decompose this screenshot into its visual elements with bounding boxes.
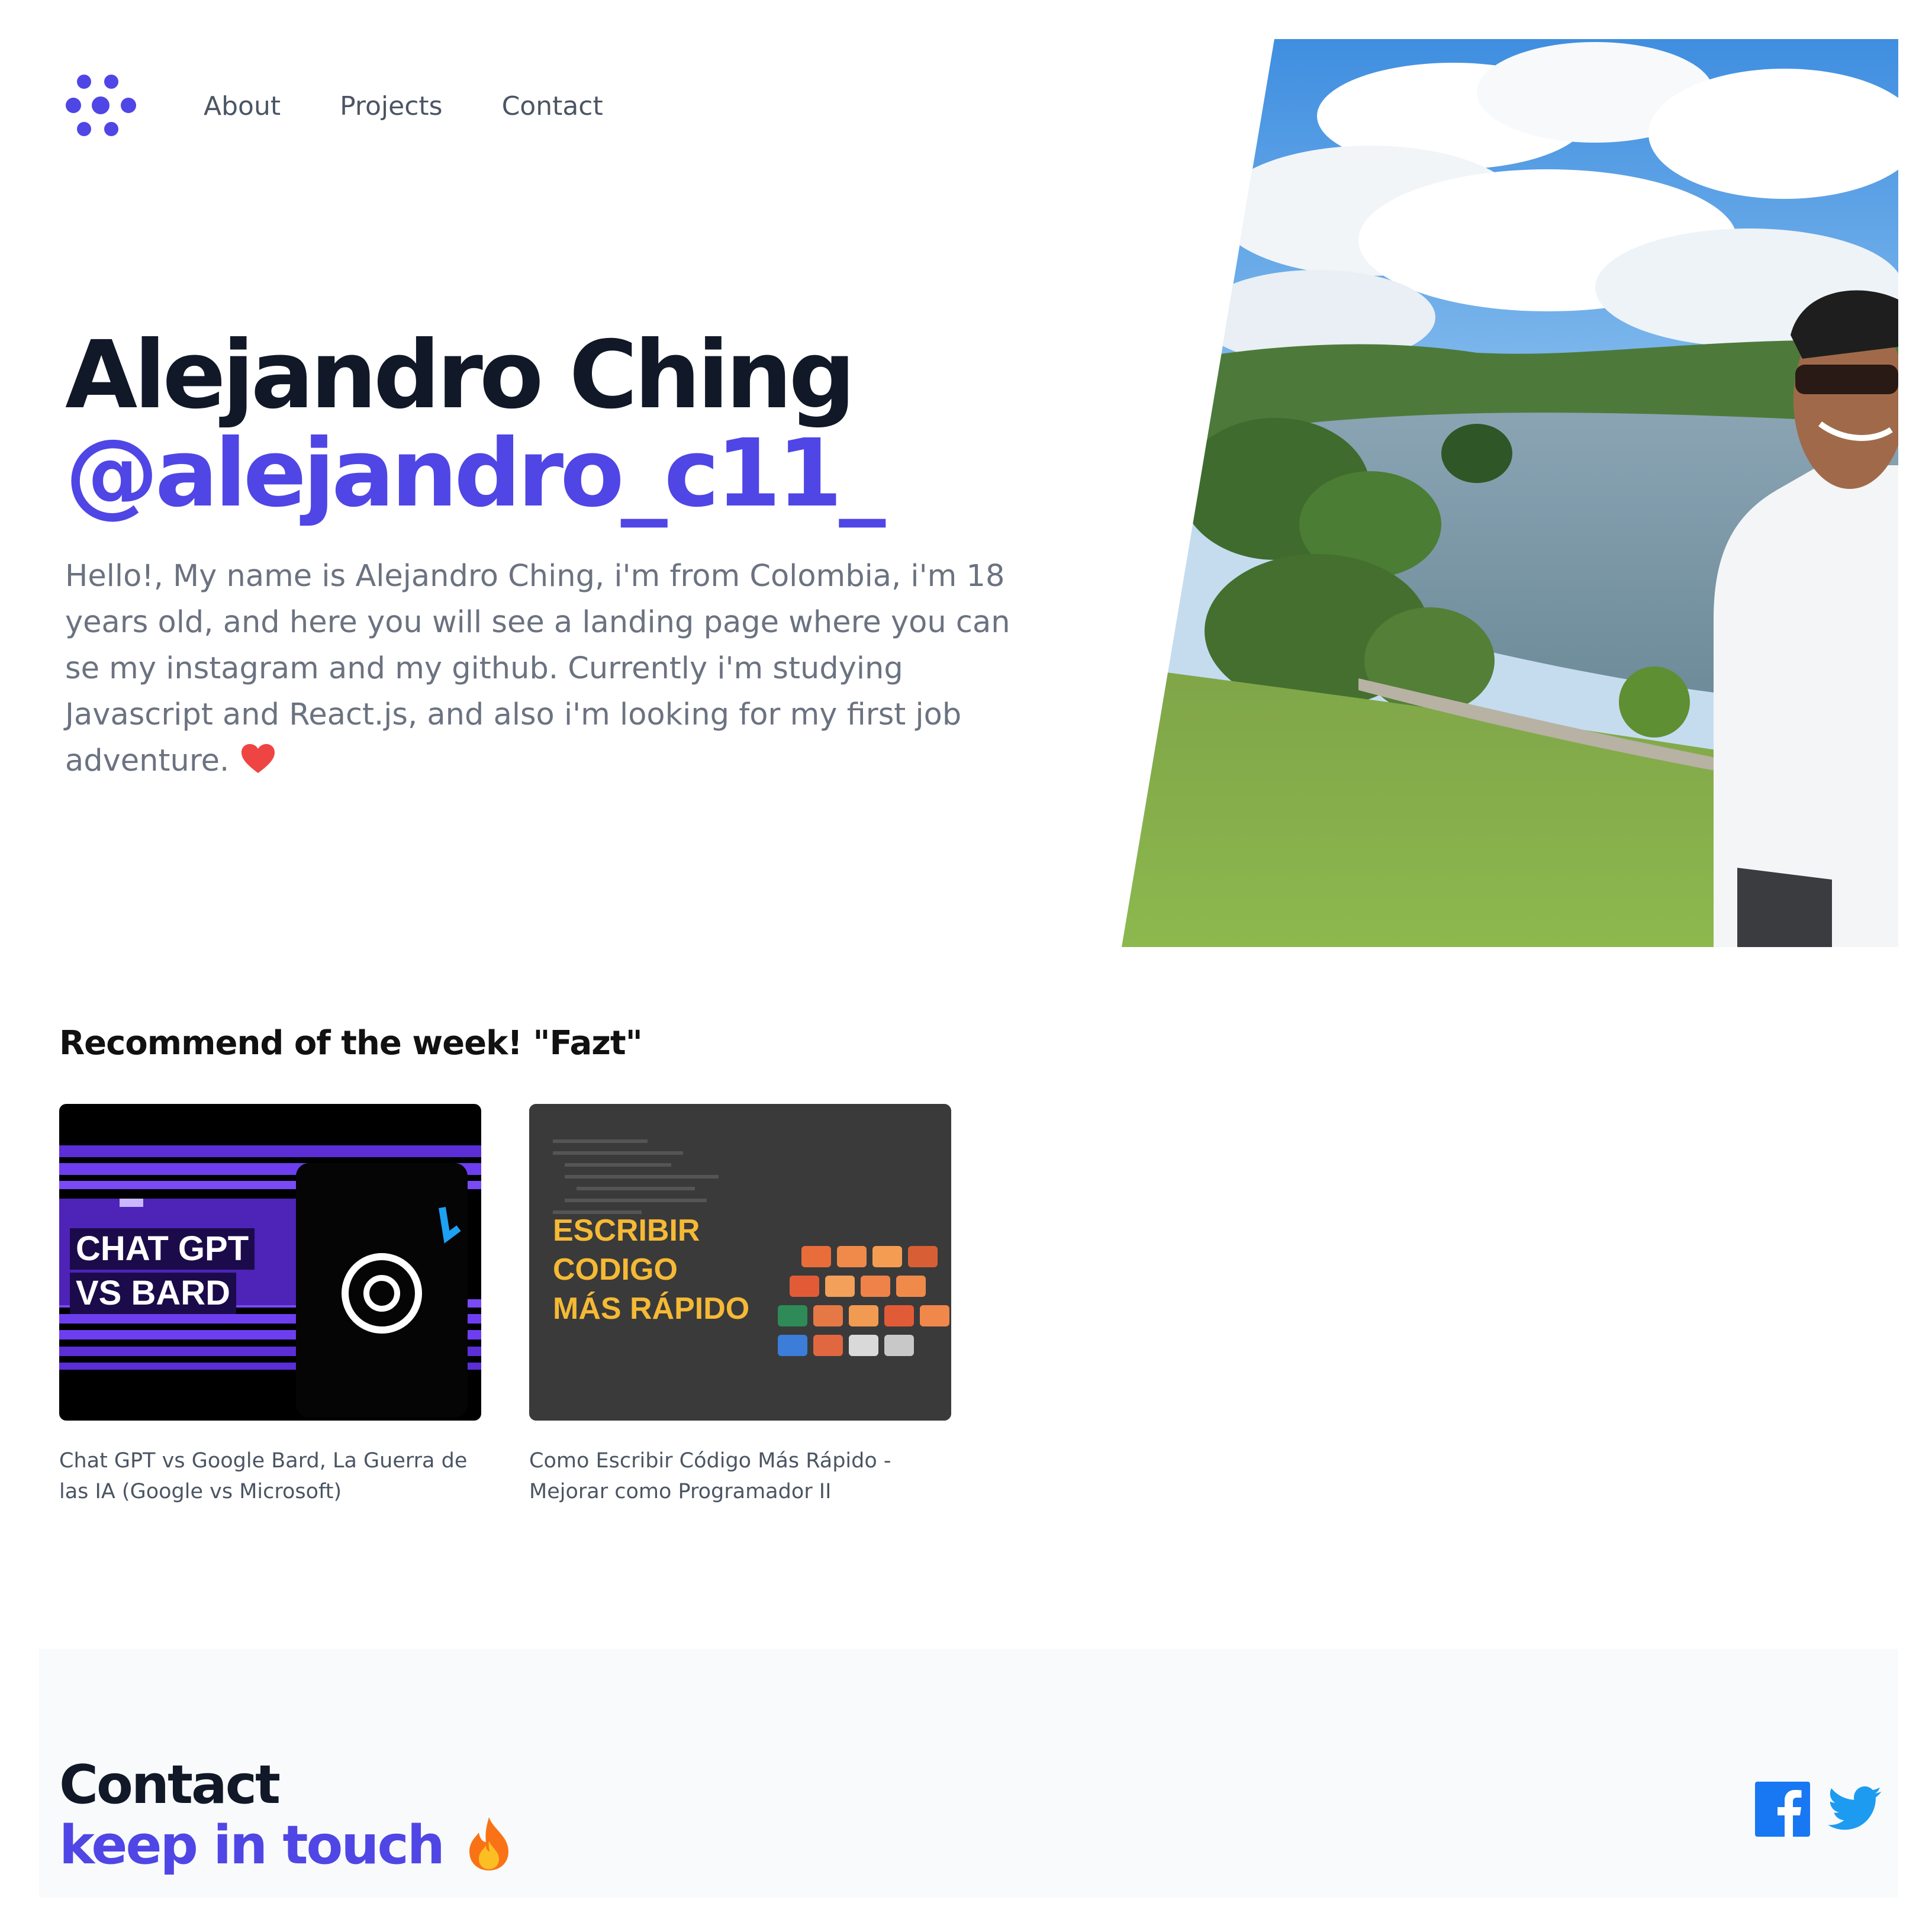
fire-icon bbox=[469, 1817, 508, 1870]
main-nav: About Projects Contact bbox=[204, 89, 662, 124]
video-caption[interactable]: Chat GPT vs Google Bard, La Guerra de la… bbox=[59, 1445, 481, 1507]
video-thumbnail[interactable]: ESCRIBIR CODIGO MÁS RÁPIDO bbox=[529, 1104, 951, 1421]
contact-section: Contact keep in touch bbox=[39, 1649, 1898, 1898]
nav-link-contact[interactable]: Contact bbox=[502, 89, 603, 124]
twitter-icon[interactable] bbox=[1828, 1785, 1882, 1833]
hero-handle: @alejandro_c11_ bbox=[65, 419, 886, 528]
video-thumbnail[interactable]: CHAT GPT VS BARD bbox=[59, 1104, 481, 1421]
thumbnail-title-line-2: CODIGO bbox=[553, 1252, 678, 1287]
video-card[interactable]: CHAT GPT VS BARD Chat GPT vs Google Bard… bbox=[59, 1104, 481, 1507]
video-card[interactable]: ESCRIBIR CODIGO MÁS RÁPIDO Como Escribir… bbox=[529, 1104, 951, 1507]
video-caption[interactable]: Como Escribir Código Más Rápido - Mejora… bbox=[529, 1445, 951, 1507]
hero-description-text: Hello!, My name is Alejandro Ching, i'm … bbox=[65, 559, 1010, 778]
contact-subtitle-text: keep in touch bbox=[59, 1814, 445, 1876]
contact-title: Contact bbox=[59, 1754, 281, 1816]
landing-page: About Projects Contact Alejandro Ching @… bbox=[0, 0, 1932, 1932]
thumbnail-title-line-1: CHAT GPT bbox=[70, 1228, 255, 1270]
dots-logo-icon[interactable] bbox=[65, 71, 139, 139]
nav-link-projects[interactable]: Projects bbox=[340, 89, 442, 124]
nav-link-about[interactable]: About bbox=[204, 89, 281, 124]
thumbnail-title-line-1: ESCRIBIR bbox=[553, 1213, 700, 1248]
facebook-icon[interactable] bbox=[1755, 1782, 1810, 1837]
hero-description: Hello!, My name is Alejandro Ching, i'm … bbox=[65, 553, 1036, 784]
thumbnail-title-line-2: VS BARD bbox=[70, 1273, 237, 1314]
contact-subtitle: keep in touch bbox=[59, 1816, 511, 1875]
thumbnail-title-line-3: MÁS RÁPIDO bbox=[553, 1292, 750, 1326]
profile-photo bbox=[1122, 39, 1898, 947]
hero-name: Alejandro Ching bbox=[65, 321, 856, 430]
heart-icon bbox=[242, 744, 275, 773]
recommend-title: Recommend of the week! "Fazt" bbox=[59, 1024, 643, 1062]
